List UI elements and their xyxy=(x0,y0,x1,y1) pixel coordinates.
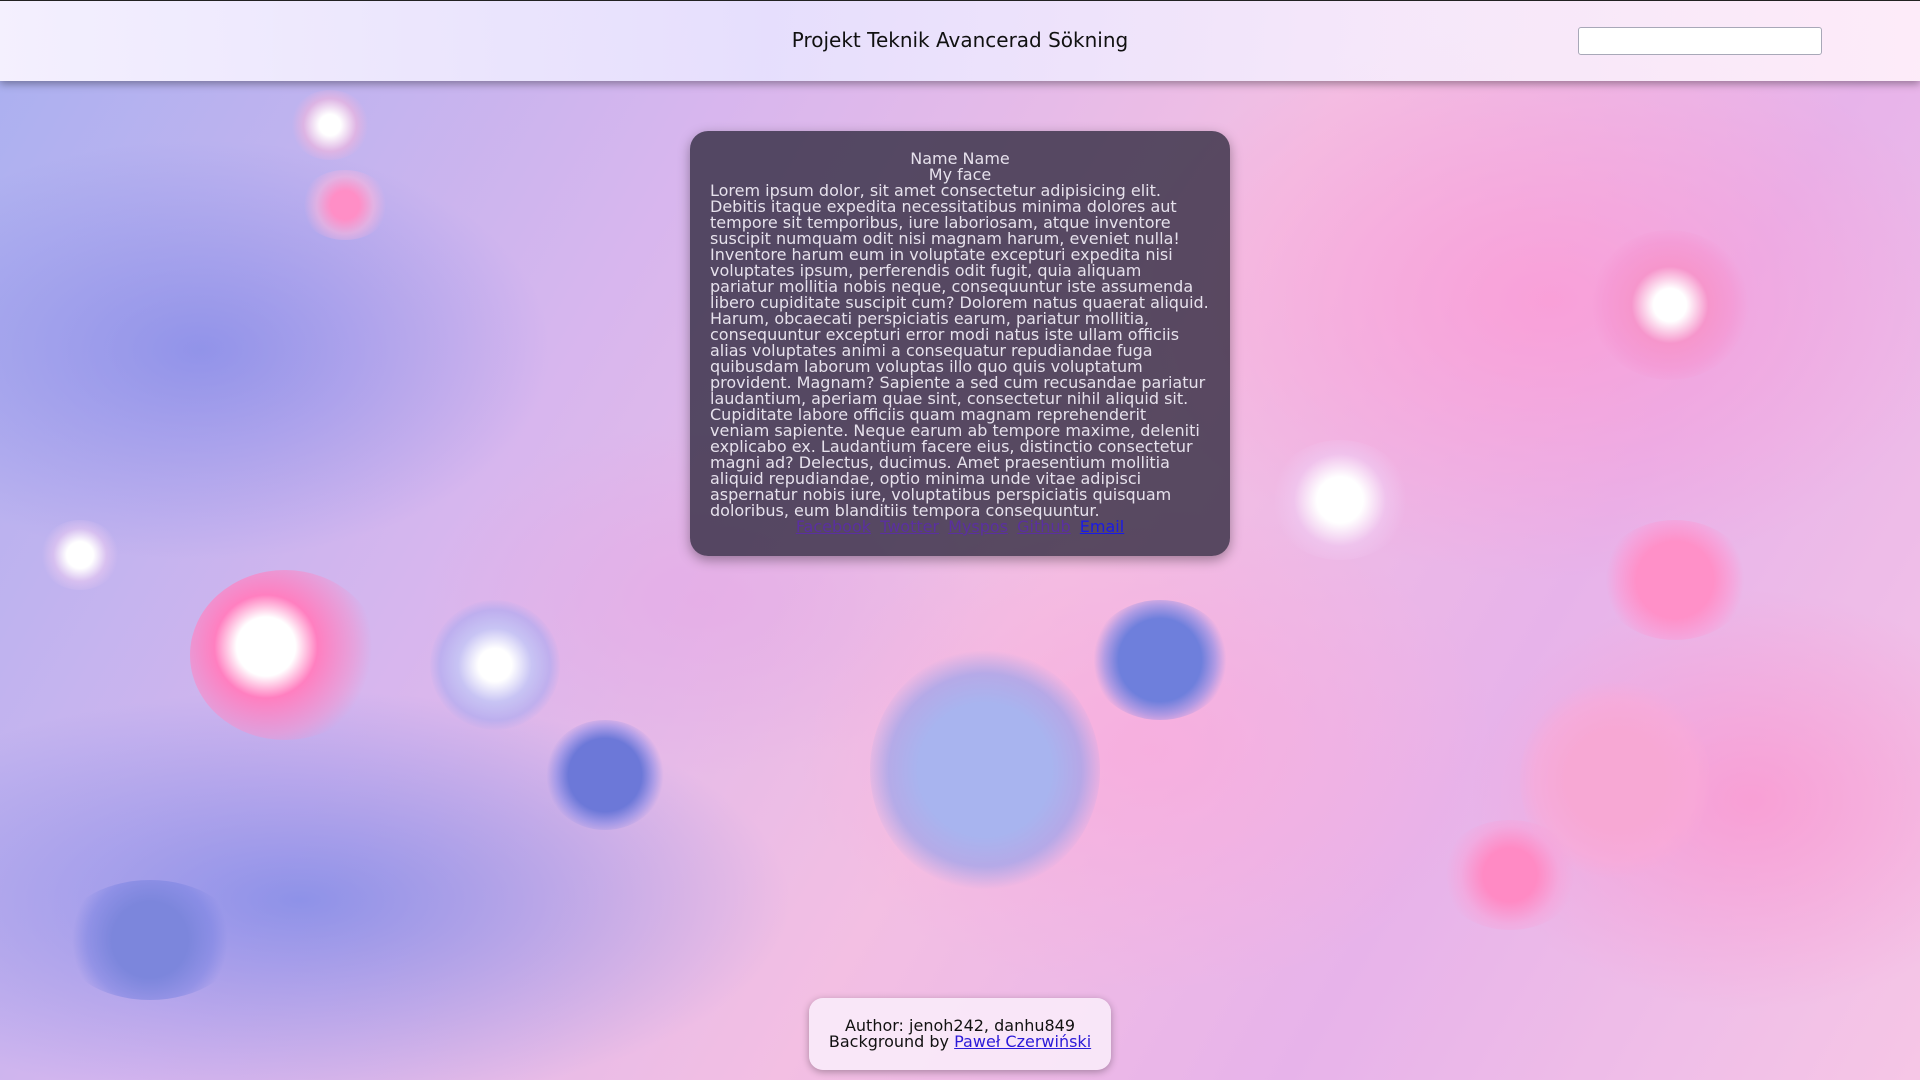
site-header: Projekt Teknik Avancerad Sökning xyxy=(0,0,1920,81)
search-input[interactable] xyxy=(1578,27,1822,55)
social-links: Facebook Twotter Myspos Github Email xyxy=(710,519,1210,535)
background-credit-prefix: Background by xyxy=(828,1032,950,1051)
background-credit-link[interactable]: Paweł Czerwiński xyxy=(954,1032,1091,1051)
profile-bio: Lorem ipsum dolor, sit amet consectetur … xyxy=(710,181,1209,520)
twitter-link[interactable]: Twotter xyxy=(880,517,939,536)
email-link[interactable]: Email xyxy=(1080,517,1124,536)
background-credit-line: Background by Paweł Czerwiński xyxy=(809,1034,1111,1050)
site-footer: Author: jenoh242, danhu849 Background by… xyxy=(809,998,1111,1070)
myspace-link[interactable]: Myspos xyxy=(948,517,1008,536)
facebook-link[interactable]: Facebook xyxy=(796,517,871,536)
profile-card: Name Name My face Lorem ipsum dolor, sit… xyxy=(690,131,1230,556)
github-link[interactable]: Github xyxy=(1017,517,1071,536)
